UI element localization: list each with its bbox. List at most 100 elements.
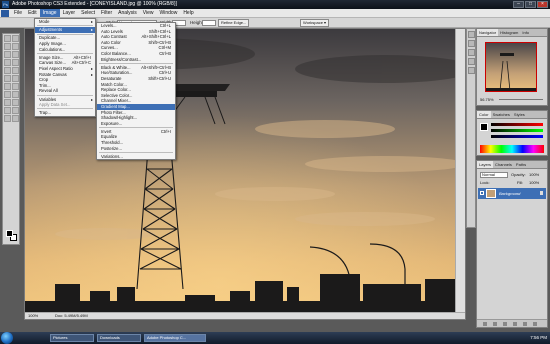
green-slider[interactable] bbox=[491, 129, 543, 132]
image-menu-item-mode[interactable]: Mode bbox=[35, 19, 95, 25]
adjustment-layer-icon[interactable] bbox=[513, 322, 517, 326]
close-button[interactable]: × bbox=[537, 1, 548, 8]
blend-mode-select[interactable]: Normal bbox=[480, 172, 508, 178]
image-menu-item-calculations[interactable]: Calculations... bbox=[35, 47, 95, 53]
marquee-tool-icon[interactable] bbox=[12, 35, 19, 42]
menu-window[interactable]: Window bbox=[157, 9, 181, 17]
task-pictures[interactable]: Pictures bbox=[50, 334, 94, 342]
tab-histogram[interactable]: Histogram bbox=[498, 29, 520, 36]
menu-item-label: Mode bbox=[39, 19, 50, 24]
tab-paths[interactable]: Paths bbox=[514, 161, 528, 168]
navigator-zoom[interactable]: 56.75% bbox=[480, 97, 494, 102]
layer-name[interactable]: Background bbox=[499, 191, 520, 196]
blue-slider[interactable] bbox=[491, 135, 543, 138]
menu-analysis[interactable]: Analysis bbox=[115, 9, 140, 17]
tab-navigator[interactable]: Navigator bbox=[477, 29, 499, 36]
image-menu-item-trap[interactable]: Trap... bbox=[35, 110, 95, 116]
menu-filter[interactable]: Filter bbox=[98, 9, 115, 17]
maximize-button[interactable]: □ bbox=[525, 1, 536, 8]
blur-tool-icon[interactable] bbox=[4, 83, 11, 90]
healing-brush-icon[interactable] bbox=[4, 59, 11, 66]
height-input[interactable] bbox=[202, 20, 216, 26]
minimize-button[interactable]: – bbox=[513, 1, 524, 8]
history-panel-icon[interactable] bbox=[468, 31, 475, 38]
navigator-thumbnail[interactable] bbox=[485, 42, 537, 92]
doc-size: Doc: 5.49M/5.49M bbox=[55, 313, 88, 318]
color-ramp[interactable] bbox=[480, 145, 544, 153]
menu-select[interactable]: Select bbox=[78, 9, 98, 17]
crop-tool-icon[interactable] bbox=[4, 51, 11, 58]
adjustments-item-exposure[interactable]: Exposure... bbox=[97, 121, 175, 127]
refine-edge-button[interactable]: Refine Edge... bbox=[218, 19, 250, 27]
pen-tool-icon[interactable] bbox=[4, 91, 11, 98]
eraser-tool-icon[interactable] bbox=[4, 75, 11, 82]
brush-tool-icon[interactable] bbox=[12, 59, 19, 66]
trash-icon[interactable] bbox=[533, 322, 537, 326]
menu-item-label: Auto Levels bbox=[101, 28, 123, 34]
layer-comps-icon[interactable] bbox=[468, 67, 475, 74]
clone-stamp-icon[interactable] bbox=[4, 67, 11, 74]
path-selection-icon[interactable] bbox=[4, 99, 11, 106]
slice-tool-icon[interactable] bbox=[12, 51, 19, 58]
menu-layer[interactable]: Layer bbox=[60, 9, 79, 17]
mask-icon[interactable] bbox=[503, 322, 507, 326]
adjustments-item-posterize[interactable]: Posterize... bbox=[97, 146, 175, 152]
menu-item-label: Shadow/Highlight... bbox=[101, 115, 138, 121]
navigator-zoom-slider[interactable] bbox=[499, 99, 543, 100]
dodge-tool-icon[interactable] bbox=[12, 83, 19, 90]
start-button-icon[interactable] bbox=[1, 332, 13, 344]
tab-color[interactable]: Color bbox=[477, 111, 491, 118]
fill-value[interactable]: 100% bbox=[529, 180, 539, 185]
foreground-color-swatch[interactable] bbox=[6, 230, 13, 237]
task-photoshop[interactable]: Adobe Photoshop C... bbox=[144, 334, 206, 342]
vertical-scrollbar[interactable] bbox=[455, 29, 465, 314]
image-menu-item-adjustments[interactable]: Adjustments bbox=[35, 27, 95, 33]
gradient-tool-icon[interactable] bbox=[12, 75, 19, 82]
color-fg-swatch[interactable] bbox=[480, 123, 488, 131]
hand-tool-icon[interactable] bbox=[4, 115, 11, 122]
tab-info[interactable]: Info bbox=[520, 29, 531, 36]
menu-item-label: Black & White... bbox=[101, 64, 131, 70]
tab-channels[interactable]: Channels bbox=[493, 161, 514, 168]
menu-item-label: Auto Color bbox=[101, 39, 121, 45]
tab-layers[interactable]: Layers bbox=[477, 161, 494, 168]
zoom-readout[interactable]: 100% bbox=[28, 313, 38, 319]
workspace-button[interactable]: Workspace ▾ bbox=[300, 19, 330, 27]
magic-wand-tool-icon[interactable] bbox=[12, 43, 19, 50]
tab-swatches[interactable]: Swatches bbox=[491, 111, 512, 118]
app-menu-icon[interactable] bbox=[1, 9, 9, 17]
menu-edit[interactable]: Edit bbox=[25, 9, 40, 17]
menu-item-label: Posterize... bbox=[101, 145, 122, 151]
tab-styles[interactable]: Styles bbox=[512, 111, 527, 118]
eyedropper-tool-icon[interactable] bbox=[12, 107, 19, 114]
adjustments-item-variations[interactable]: Variations... bbox=[97, 154, 175, 160]
history-brush-icon[interactable] bbox=[12, 67, 19, 74]
menu-item-label: Threshold... bbox=[101, 140, 124, 146]
task-downloads[interactable]: Downloads bbox=[97, 334, 141, 342]
move-tool-icon[interactable] bbox=[4, 35, 11, 42]
zoom-tool-icon[interactable] bbox=[12, 115, 19, 122]
tool-presets-icon[interactable] bbox=[468, 58, 475, 65]
image-menu-dropdown: Mode Adjustments Duplicate...Apply Image..… bbox=[34, 18, 96, 117]
menu-file[interactable]: File bbox=[11, 9, 25, 17]
type-tool-icon[interactable] bbox=[12, 91, 19, 98]
new-layer-icon[interactable] bbox=[523, 322, 527, 326]
notes-tool-icon[interactable] bbox=[4, 107, 11, 114]
shape-tool-icon[interactable] bbox=[12, 99, 19, 106]
link-layers-icon[interactable] bbox=[483, 322, 487, 326]
actions-panel-icon[interactable] bbox=[468, 40, 475, 47]
opacity-value[interactable]: 100% bbox=[529, 172, 539, 177]
menu-item-label: Color Balance... bbox=[101, 50, 131, 56]
red-slider[interactable] bbox=[491, 123, 543, 126]
menu-view[interactable]: View bbox=[140, 9, 157, 17]
menu-image[interactable]: Image bbox=[39, 9, 60, 17]
image-menu-item-reveal-all[interactable]: Reveal All bbox=[35, 88, 95, 94]
menu-help[interactable]: Help bbox=[180, 9, 196, 17]
lasso-tool-icon[interactable] bbox=[4, 43, 11, 50]
adjustments-item-brightness-contrast[interactable]: Brightness/Contrast... bbox=[97, 57, 175, 63]
brushes-panel-icon[interactable] bbox=[468, 49, 475, 56]
fx-icon[interactable] bbox=[493, 322, 497, 326]
eye-icon[interactable] bbox=[480, 191, 484, 195]
image-menu-item-apply-data-set[interactable]: Apply Data Set... bbox=[35, 102, 95, 108]
layer-row-background[interactable]: Background bbox=[478, 188, 546, 199]
